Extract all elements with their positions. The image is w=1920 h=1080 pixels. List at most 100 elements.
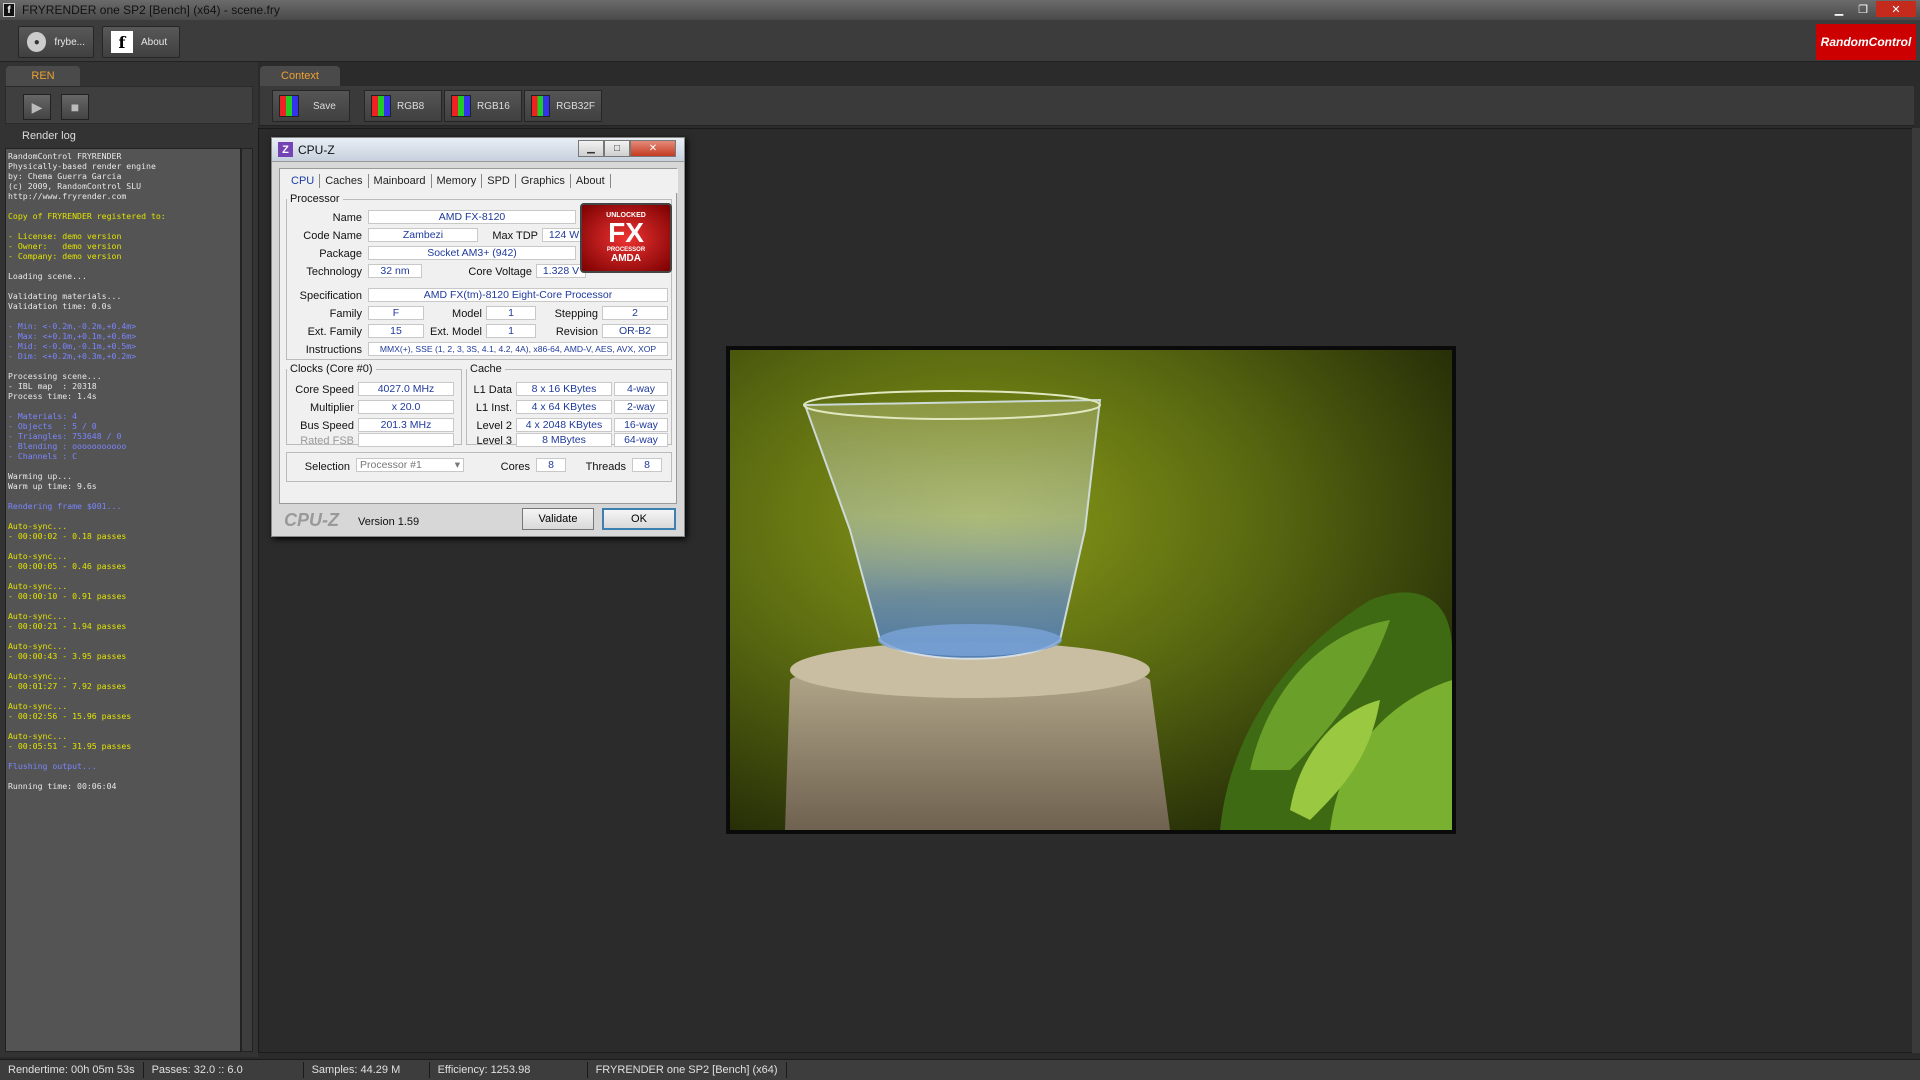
rgb32f-label: RGB32F	[556, 100, 595, 112]
revision-value: OR-B2	[602, 324, 668, 338]
corespeed-label: Core Speed	[295, 384, 354, 396]
name-label: Name	[332, 212, 362, 224]
render-panel: REN ▶ ■ Render log RandomControl FRYREND…	[0, 62, 258, 1057]
status-rendertime: Rendertime: 00h 05m 53s	[0, 1062, 144, 1078]
cpuz-maximize-button[interactable]: □	[604, 140, 630, 157]
minimize-button[interactable]: ▁	[1828, 1, 1850, 17]
log-line: - IBL map : 20318	[8, 381, 97, 391]
level3-label: Level 3	[476, 435, 512, 447]
tab-memory[interactable]: Memory	[432, 174, 483, 188]
processor-select[interactable]: Processor #1 ▾	[356, 458, 464, 472]
tab-cpu[interactable]: CPU	[286, 174, 321, 188]
model-value: 1	[486, 306, 536, 320]
log-line: - Dim: <+0.2m,+0.3m,+0.2m>	[8, 351, 137, 361]
stop-button[interactable]: ■	[61, 94, 89, 120]
tab-graphics[interactable]: Graphics	[516, 174, 571, 188]
log-line: http://www.fryrender.com	[8, 191, 127, 201]
render-log[interactable]: RandomControl FRYRENDER Physically-based …	[5, 148, 241, 1052]
l1data-value: 8 x 16 KBytes	[516, 382, 612, 396]
log-line: (c) 2009, RandomControl SLU	[8, 181, 142, 191]
log-line: Process time: 1.4s	[8, 391, 97, 401]
spec-label: Specification	[299, 290, 362, 302]
randomcontrol-logo[interactable]: RandomControl	[1816, 24, 1916, 60]
log-line: Auto-sync...	[8, 731, 68, 741]
rgb16-button[interactable]: RGB16	[444, 90, 522, 122]
close-button[interactable]: ✕	[1876, 1, 1916, 17]
level3-way: 64-way	[614, 433, 668, 447]
cores-value: 8	[536, 458, 566, 472]
frybench-button[interactable]: ● frybe...	[18, 26, 94, 58]
corevoltage-label: Core Voltage	[468, 266, 532, 278]
threads-value: 8	[632, 458, 662, 472]
ratedfsb-value	[358, 433, 454, 447]
processor-select-value: Processor #1	[360, 459, 422, 471]
l1inst-value: 4 x 64 KBytes	[516, 400, 612, 414]
log-line: Processing scene...	[8, 371, 102, 381]
render-controls: ▶ ■	[5, 86, 253, 124]
validate-button[interactable]: Validate	[522, 508, 594, 530]
log-line: Auto-sync...	[8, 551, 68, 561]
status-efficiency: Efficiency: 1253.98	[430, 1062, 588, 1078]
log-line: Auto-sync...	[8, 611, 68, 621]
log-line: Validating materials...	[8, 291, 122, 301]
cpuz-icon: Z	[278, 142, 293, 157]
ok-button[interactable]: OK	[602, 508, 676, 530]
log-line: - 00:00:02 - 0.18 passes	[8, 531, 127, 541]
status-bar: Rendertime: 00h 05m 53s Passes: 32.0 :: …	[0, 1059, 1920, 1080]
render-log-scrollbar[interactable]	[241, 148, 253, 1052]
l1inst-way: 2-way	[614, 400, 668, 414]
level3-value: 8 MBytes	[516, 433, 612, 447]
tab-mainboard[interactable]: Mainboard	[369, 174, 432, 188]
tab-caches[interactable]: Caches	[320, 174, 369, 188]
cpuz-body: CPU Caches Mainboard Memory SPD Graphics…	[279, 168, 678, 504]
rgb8-button[interactable]: RGB8	[364, 90, 442, 122]
viewport-scrollbar[interactable]	[1912, 128, 1920, 1053]
extmodel-label: Ext. Model	[430, 326, 482, 338]
log-line: Auto-sync...	[8, 671, 68, 681]
logo-amd: AMDA	[611, 253, 641, 264]
busspeed-value: 201.3 MHz	[358, 418, 454, 432]
cpuz-minimize-button[interactable]: ▁	[578, 140, 604, 157]
play-icon: ▶	[31, 98, 43, 115]
render-output-image	[726, 346, 1456, 834]
tab-about[interactable]: About	[571, 174, 611, 188]
technology-label: Technology	[306, 266, 362, 278]
play-button[interactable]: ▶	[23, 94, 51, 120]
family-label: Family	[329, 308, 362, 320]
l1data-way: 4-way	[614, 382, 668, 396]
tab-ren[interactable]: REN	[6, 66, 80, 86]
log-line: - Blending : ooooooooooo	[8, 441, 127, 451]
multiplier-value: x 20.0	[358, 400, 454, 414]
log-line: by: Chema Guerra Garcia	[8, 171, 122, 181]
logo-fx: FX	[608, 217, 644, 248]
save-button[interactable]: Save	[272, 90, 350, 122]
cpuz-window: Z CPU-Z ▁ □ ✕ CPU Caches Mainboard Memor…	[271, 137, 685, 537]
cpuz-close-button[interactable]: ✕	[630, 140, 676, 157]
user-icon: ●	[27, 32, 47, 52]
cpuz-titlebar: Z CPU-Z ▁ □ ✕	[272, 138, 684, 162]
log-line: - Company: demo version	[8, 251, 122, 261]
tab-context[interactable]: Context	[260, 66, 340, 86]
revision-label: Revision	[555, 326, 598, 338]
log-line: Rendering frame $001...	[8, 501, 122, 511]
tab-spd[interactable]: SPD	[482, 174, 516, 188]
log-line: - Max: <+0.1m,+0.1m,+0.6m>	[8, 331, 137, 341]
about-button[interactable]: f About	[102, 26, 180, 58]
log-line: Auto-sync...	[8, 581, 68, 591]
log-line: - 00:00:05 - 0.46 passes	[8, 561, 127, 571]
about-label: About	[141, 36, 168, 48]
maximize-button[interactable]: ❐	[1852, 1, 1874, 17]
extfamily-value: 15	[368, 324, 424, 338]
log-line: - Mid: <-0.0m,-0.1m,+0.5m>	[8, 341, 137, 351]
log-line: Running time: 00:06:04	[8, 781, 117, 791]
rgb32f-button[interactable]: RGB32F	[524, 90, 602, 122]
log-line: - 00:00:43 - 3.95 passes	[8, 651, 127, 661]
extfamily-label: Ext. Family	[307, 326, 362, 338]
